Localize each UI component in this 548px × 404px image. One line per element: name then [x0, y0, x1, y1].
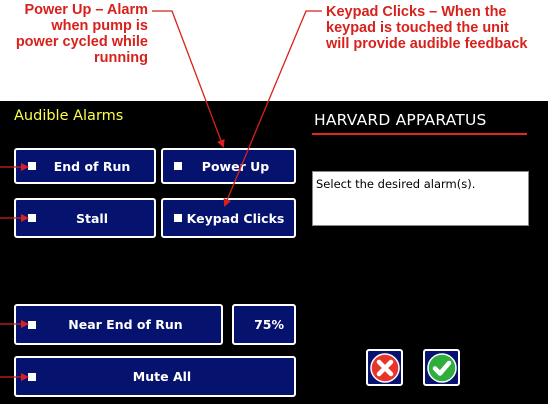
mute-all-button[interactable]: Mute All — [14, 356, 296, 397]
near-end-of-run-checkbox[interactable] — [28, 320, 36, 329]
callout-keypad-clicks: Keypad Clicks – When the keypad is touch… — [326, 4, 528, 52]
brand-title: HARVARD APPARATUS — [314, 111, 487, 129]
callout-power-up: Power Up – Alarm when pump is power cycl… — [15, 2, 148, 66]
stall-button[interactable]: Stall — [14, 198, 156, 238]
stall-checkbox[interactable] — [28, 214, 36, 222]
cancel-button[interactable] — [366, 349, 403, 386]
power-up-checkbox[interactable] — [174, 162, 182, 170]
confirm-icon — [426, 352, 457, 383]
screen-title: Audible Alarms — [14, 108, 124, 124]
confirm-button[interactable] — [423, 349, 460, 386]
near-end-percent-button[interactable]: 75% — [232, 304, 296, 345]
cancel-icon — [369, 352, 400, 383]
end-of-run-label: End of Run — [53, 158, 131, 174]
info-message-box: Select the desired alarm(s). — [312, 171, 529, 226]
power-up-button[interactable]: Power Up — [161, 148, 296, 184]
stall-label: Stall — [76, 210, 108, 226]
mute-all-checkbox[interactable] — [28, 372, 36, 381]
keypad-clicks-checkbox[interactable] — [174, 214, 182, 222]
brand-underline — [312, 133, 527, 135]
end-of-run-checkbox[interactable] — [28, 162, 36, 170]
power-up-label: Power Up — [201, 158, 270, 174]
near-end-of-run-label: Near End of Run — [68, 317, 183, 332]
mute-all-label: Mute All — [132, 369, 192, 384]
keypad-clicks-label: Keypad Clicks — [186, 210, 285, 226]
end-of-run-button[interactable]: End of Run — [14, 148, 156, 184]
near-end-of-run-button[interactable]: Near End of Run — [14, 304, 223, 345]
keypad-clicks-button[interactable]: Keypad Clicks — [161, 198, 296, 238]
